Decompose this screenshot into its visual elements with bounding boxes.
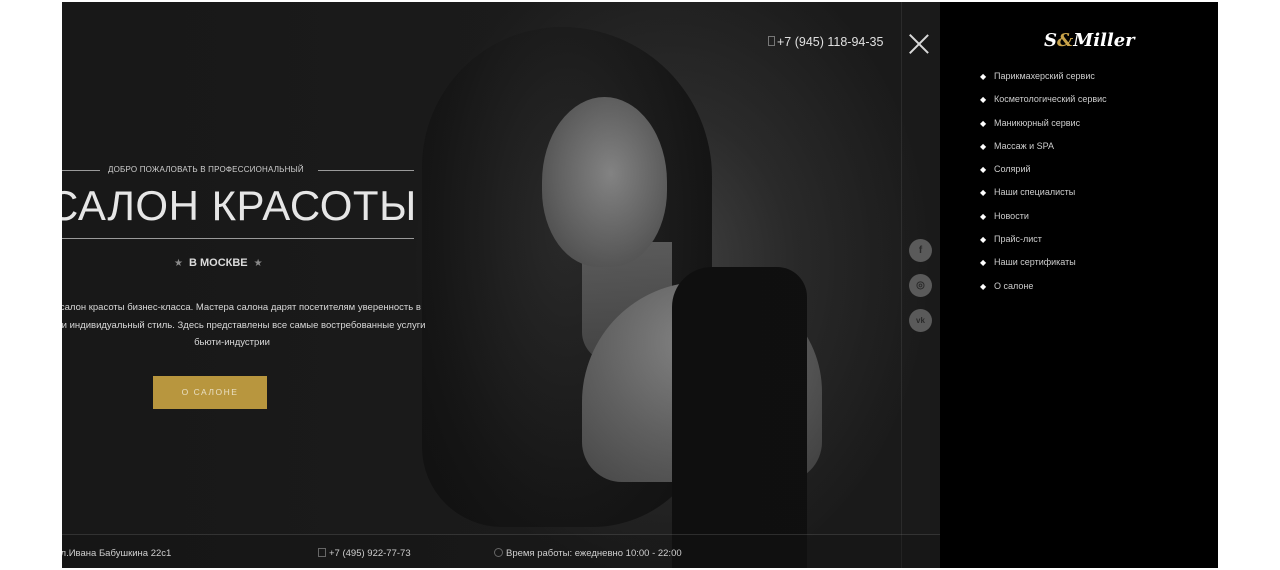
instagram-glyph: ◎ [916,280,925,291]
menu-item-prices[interactable]: ◆ Прайс-лист [980,233,1107,256]
menu-item-label: Маникюрный сервис [994,117,1081,128]
vk-icon[interactable]: vk [909,309,932,332]
menu-item-about[interactable]: ◆ О салоне [980,280,1107,303]
menu-item-hair[interactable]: ◆ Парикмахерский сервис [980,70,1107,93]
logo-amp: & [1057,30,1074,51]
footer-bar: ул.Ивана Бабушкина 22с1 +7 (495) 922-77-… [62,534,940,568]
header-phone[interactable]: +7 (945) 118-94-35 [768,35,883,49]
vk-glyph: vk [916,316,925,325]
header-phone-text: +7 (945) 118-94-35 [777,35,884,49]
welcome-divider-right [318,170,414,171]
diamond-icon: ◆ [980,258,987,268]
menu-item-certificates[interactable]: ◆ Наши сертификаты [980,256,1107,279]
menu-item-label: Парикмахерский сервис [994,71,1095,81]
hero-description: это салон красоты бизнес-класса. Мастера… [62,302,426,348]
menu-item-label: Солярий [994,164,1031,175]
clock-icon [494,548,503,557]
diamond-icon: ◆ [980,72,987,81]
facebook-glyph: f [918,245,923,256]
hero-section: ДОБРО ПОЖАЛОВАТЬ В ПРОФЕССИОНАЛЬНЫЙ САЛО… [62,2,940,568]
menu-item-solarium[interactable]: ◆ Солярий [980,163,1107,186]
menu-item-label: Массаж и SPA [994,140,1054,151]
city-text: В МОСКВЕ [188,257,248,269]
diamond-icon: ◆ [980,95,987,105]
welcome-divider-left [62,170,100,171]
menu-item-label: Наши специалисты [994,187,1076,198]
hero-city: ★ В МОСКВЕ ★ [168,257,269,269]
facebook-icon[interactable]: f [909,239,932,262]
welcome-text: ДОБРО ПОЖАЛОВАТЬ В ПРОФЕССИОНАЛЬНЫЙ [108,165,304,174]
diamond-icon: ◆ [980,281,987,291]
menu-item-news[interactable]: ◆ Новости [980,210,1107,233]
phone-icon [768,36,775,46]
vertical-divider [901,2,902,568]
menu-item-label: Косметологический сервис [994,94,1107,105]
menu-item-specialists[interactable]: ◆ Наши специалисты [980,186,1107,209]
about-salon-button[interactable]: О САЛОНЕ [153,376,267,409]
menu-item-massage[interactable]: ◆ Массаж и SPA [980,140,1107,163]
menu-item-label: Новости [994,210,1029,221]
title-underline [62,238,414,239]
menu-item-label: Наши сертификаты [994,257,1076,268]
diamond-icon: ◆ [980,211,987,221]
site-frame: ДОБРО ПОЖАЛОВАТЬ В ПРОФЕССИОНАЛЬНЫЙ САЛО… [62,2,1218,568]
phone-icon [318,548,326,557]
welcome-line: ДОБРО ПОЖАЛОВАТЬ В ПРОФЕССИОНАЛЬНЫЙ [62,164,414,178]
footer-hours: Время работы: ежедневно 10:00 - 22:00 [494,548,682,559]
diamond-icon: ◆ [980,188,987,198]
close-menu-button[interactable] [907,32,931,56]
menu-item-cosmetology[interactable]: ◆ Косметологический сервис [980,93,1107,116]
instagram-icon[interactable]: ◎ [909,274,932,297]
side-menu-list: ◆ Парикмахерский сервис ◆ Косметологически… [980,70,1107,303]
footer-address: ул.Ивана Бабушкина 22с1 [62,548,172,559]
diamond-icon: ◆ [980,141,987,151]
diamond-icon: ◆ [980,118,987,128]
star-icon: ★ [253,258,263,269]
logo-first: S [1044,30,1057,51]
menu-item-manicure[interactable]: ◆ Маникюрный сервис [980,117,1107,140]
hero-overlay [62,2,940,568]
hero-title: САЛОН КРАСОТЫ [62,182,417,229]
menu-item-label: О салоне [994,280,1034,291]
star-icon: ★ [174,258,183,269]
logo[interactable]: S&Miller [1044,30,1135,51]
footer-phone[interactable]: +7 (495) 922-77-73 [318,548,411,559]
footer-phone-text: +7 (495) 922-77-73 [329,548,411,559]
footer-hours-text: Время работы: ежедневно 10:00 - 22:00 [506,548,682,559]
logo-rest: Miller [1073,30,1135,51]
diamond-icon: ◆ [980,165,987,175]
menu-item-label: Прайс-лист [994,234,1042,245]
diamond-icon: ◆ [980,235,987,245]
side-menu: S&Miller ◆ Парикмахерский сервис ◆ Космето… [940,2,1218,568]
